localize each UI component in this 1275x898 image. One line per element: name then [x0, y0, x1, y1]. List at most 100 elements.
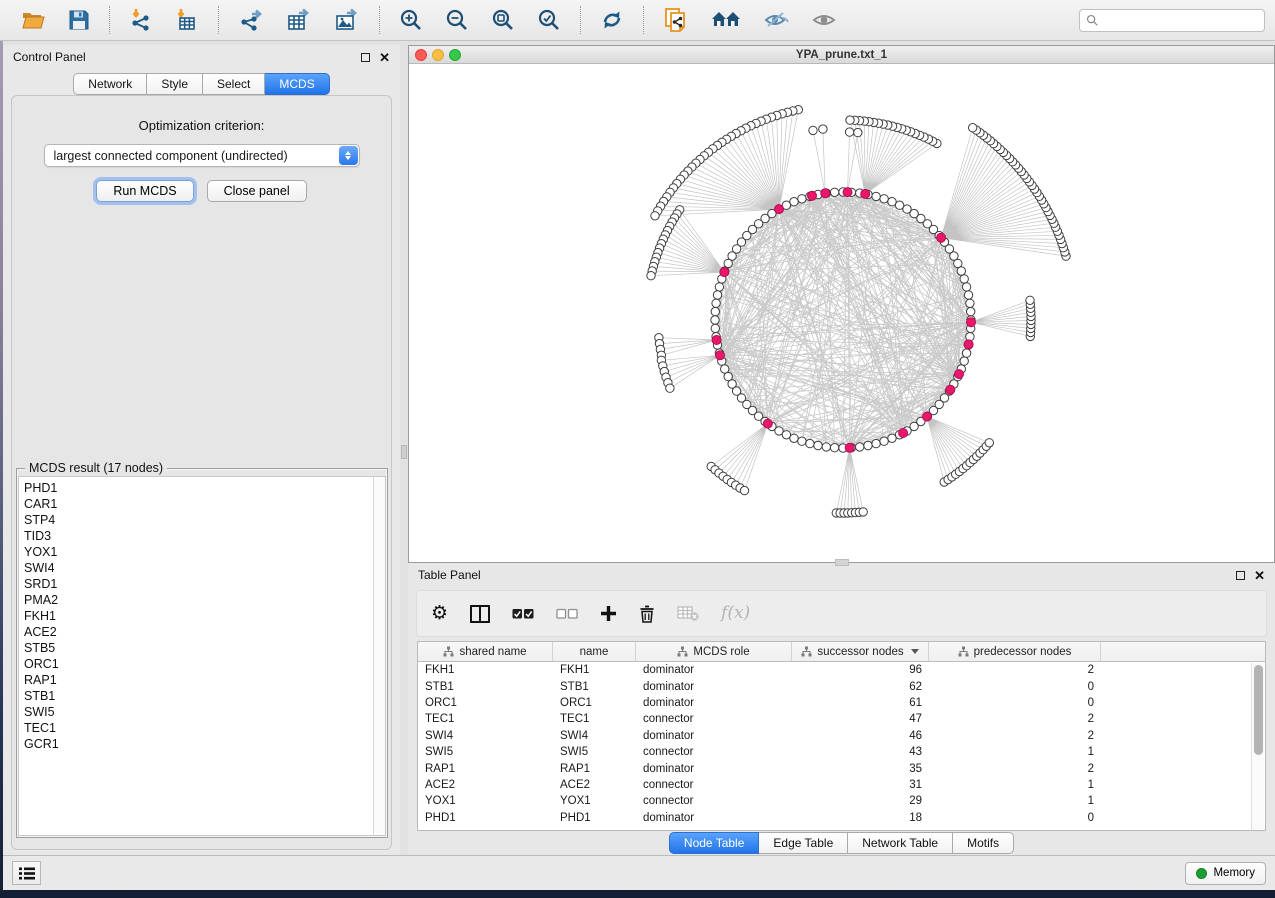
graph-dominator-node[interactable] [716, 351, 725, 360]
list-item[interactable]: STB5 [24, 640, 373, 656]
vertical-splitter[interactable] [400, 45, 408, 855]
list-item[interactable]: SWI4 [24, 560, 373, 576]
graph-node[interactable] [964, 291, 972, 299]
graph-node[interactable] [856, 443, 864, 451]
graph-node[interactable] [962, 349, 970, 357]
apply-layout-button[interactable] [596, 6, 628, 34]
list-item[interactable]: ACE2 [24, 624, 373, 640]
scrollbar-thumb[interactable] [1254, 665, 1263, 755]
table-row[interactable]: YOX1YOX1connector291 [418, 793, 1265, 809]
table-scrollbar[interactable] [1251, 663, 1264, 830]
zoom-selected-button[interactable] [533, 6, 565, 34]
search-box[interactable] [1079, 9, 1265, 32]
column-header-MCDS-role[interactable]: MCDS role [636, 642, 792, 661]
tab-edge-table[interactable]: Edge Table [759, 832, 848, 854]
table-row[interactable]: STB1STB1dominator620 [418, 678, 1265, 694]
unselect-all-columns-button[interactable] [556, 608, 578, 620]
import-table-button[interactable] [171, 6, 203, 34]
graph-node[interactable] [880, 437, 888, 445]
table-row[interactable]: TEC1TEC1connector472 [418, 711, 1265, 727]
float-panel-icon[interactable] [1236, 571, 1245, 580]
splitter-grip[interactable] [401, 445, 407, 459]
column-header-successor-nodes[interactable]: successor nodes [792, 642, 929, 661]
graph-node[interactable] [864, 441, 872, 449]
tab-node-table[interactable]: Node Table [669, 832, 760, 854]
column-header-predecessor-nodes[interactable]: predecessor nodes [929, 642, 1101, 661]
graph-node[interactable] [969, 124, 977, 132]
graph-node[interactable] [711, 316, 719, 324]
table-row[interactable]: RAP1RAP1dominator352 [418, 760, 1265, 776]
list-item[interactable]: YOX1 [24, 544, 373, 560]
column-header-name[interactable]: name [553, 642, 636, 661]
graph-dominator-node[interactable] [923, 412, 932, 421]
delete-column-button[interactable] [639, 605, 655, 623]
graph-node[interactable] [651, 212, 659, 220]
graph-dominator-node[interactable] [808, 191, 817, 200]
graph-node[interactable] [985, 439, 993, 447]
table-row[interactable]: SWI4SWI4dominator462 [418, 728, 1265, 744]
graph-node[interactable] [966, 299, 974, 307]
run-mcds-button[interactable]: Run MCDS [96, 180, 193, 202]
graph-dominator-node[interactable] [964, 340, 973, 349]
graph-node[interactable] [822, 443, 830, 451]
tab-style[interactable]: Style [147, 73, 203, 95]
graph-dominator-node[interactable] [712, 336, 721, 345]
graph-node[interactable] [711, 324, 719, 332]
tab-select[interactable]: Select [203, 73, 265, 95]
graph-dominator-node[interactable] [899, 429, 908, 438]
result-list-scrollbar[interactable] [373, 476, 386, 836]
graph-node[interactable] [830, 188, 838, 196]
tab-motifs[interactable]: Motifs [953, 832, 1014, 854]
open-file-button[interactable] [17, 7, 50, 33]
graph-dominator-node[interactable] [845, 443, 854, 452]
graph-dominator-node[interactable] [720, 268, 729, 277]
delete-table-button[interactable] [677, 606, 699, 621]
graph-node[interactable] [740, 486, 748, 494]
panel-menu-button[interactable] [12, 861, 41, 885]
graph-node[interactable] [809, 126, 817, 134]
list-item[interactable]: RAP1 [24, 672, 373, 688]
graph-node[interactable] [1026, 296, 1034, 304]
graph-node[interactable] [888, 198, 896, 206]
graph-node[interactable] [666, 384, 674, 392]
tab-network-table[interactable]: Network Table [848, 832, 953, 854]
close-panel-icon[interactable]: ✕ [379, 51, 390, 64]
graph-node[interactable] [806, 439, 814, 447]
export-image-button[interactable] [330, 6, 364, 34]
list-item[interactable]: TID3 [24, 528, 373, 544]
graph-node[interactable] [711, 307, 719, 315]
copy-network-button[interactable] [659, 5, 693, 35]
create-column-button[interactable] [600, 605, 617, 622]
list-item[interactable]: GCR1 [24, 736, 373, 752]
list-item[interactable]: SWI5 [24, 704, 373, 720]
select-all-columns-button[interactable] [512, 608, 534, 620]
table-row[interactable]: SWI5SWI5connector431 [418, 744, 1265, 760]
graph-node[interactable] [872, 192, 880, 200]
memory-button[interactable]: Memory [1185, 862, 1266, 885]
graph-node[interactable] [845, 128, 853, 136]
zoom-in-button[interactable] [395, 6, 427, 34]
graph-node[interactable] [814, 441, 822, 449]
list-item[interactable]: CAR1 [24, 496, 373, 512]
list-item[interactable]: SRD1 [24, 576, 373, 592]
import-network-button[interactable] [125, 6, 157, 34]
graph-node[interactable] [960, 357, 968, 365]
tab-network[interactable]: Network [73, 73, 147, 95]
tab-mcds[interactable]: MCDS [265, 73, 329, 95]
list-item[interactable]: TEC1 [24, 720, 373, 736]
table-settings-button[interactable]: ⚙ [431, 604, 448, 623]
table-row[interactable]: FKH1FKH1dominator962 [418, 662, 1265, 678]
zoom-out-button[interactable] [441, 6, 473, 34]
graph-dominator-node[interactable] [861, 189, 870, 198]
graph-node[interactable] [880, 195, 888, 203]
table-row[interactable]: ORC1ORC1dominator610 [418, 695, 1265, 711]
column-header-shared-name[interactable]: shared name [418, 642, 553, 661]
graph-node[interactable] [819, 125, 827, 133]
graph-dominator-node[interactable] [821, 189, 830, 198]
graph-node[interactable] [790, 434, 798, 442]
table-row[interactable]: PHD1PHD1dominator180 [418, 810, 1265, 826]
graph-node[interactable] [967, 307, 975, 315]
export-network-button[interactable] [234, 6, 268, 34]
graph-node[interactable] [859, 508, 867, 516]
graph-dominator-node[interactable] [937, 233, 946, 242]
